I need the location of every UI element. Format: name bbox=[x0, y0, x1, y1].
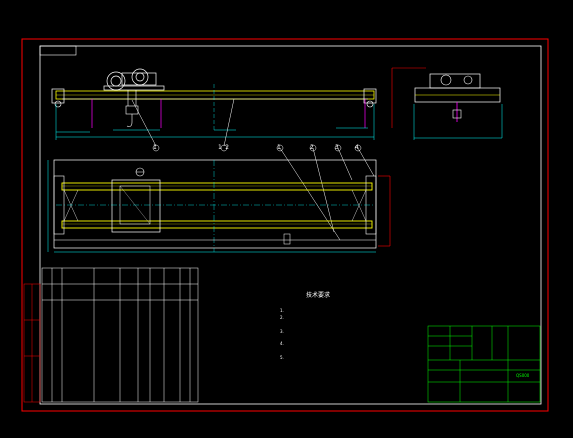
inner-frame bbox=[39, 45, 542, 405]
front-elevation-view bbox=[51, 68, 377, 241]
note-item: 3. bbox=[280, 329, 284, 334]
notes-title: 技术要求 bbox=[306, 292, 331, 299]
balloon-3: 3 bbox=[335, 144, 339, 151]
balloon-1: 1 bbox=[153, 144, 157, 151]
title-block-part-code: QS000 bbox=[516, 373, 530, 378]
balloon-2: 2 bbox=[310, 144, 314, 151]
corner-tag bbox=[39, 45, 77, 56]
note-item: 4. bbox=[280, 341, 284, 346]
note-item: 5. bbox=[280, 355, 284, 360]
title-block bbox=[427, 325, 541, 403]
leader-lines bbox=[131, 98, 375, 241]
side-elevation-view bbox=[391, 67, 503, 140]
balloon-1-b: 1 bbox=[277, 144, 281, 151]
girder-bottom bbox=[61, 220, 373, 229]
front-dimensions bbox=[55, 104, 375, 140]
balloon-circles bbox=[152, 144, 362, 152]
parts-list-table bbox=[41, 267, 199, 403]
drawing-sheet bbox=[21, 38, 549, 412]
revision-strip bbox=[23, 283, 41, 403]
girder-top bbox=[61, 182, 373, 191]
note-item: 1. bbox=[280, 308, 284, 313]
trolley-winch bbox=[103, 68, 165, 91]
note-item: 2. bbox=[280, 315, 284, 320]
balloon-1-2: 1 2 bbox=[218, 144, 229, 151]
balloon-4: 4 bbox=[355, 144, 359, 151]
